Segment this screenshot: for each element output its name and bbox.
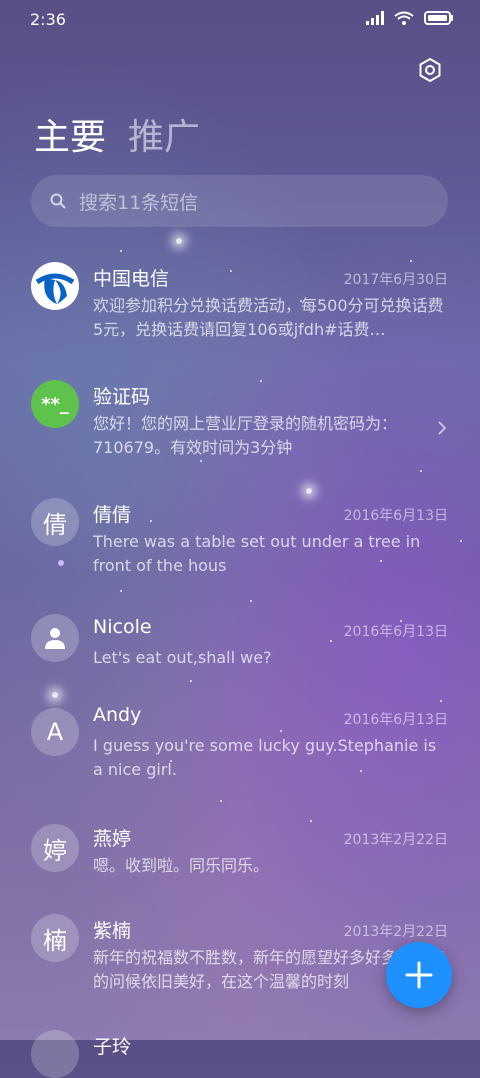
conversation-preview: There was a table set out under a tree i… bbox=[93, 532, 421, 575]
category-tabs: 主要 推广 bbox=[34, 108, 200, 160]
person-icon bbox=[31, 614, 79, 662]
wifi-icon bbox=[394, 11, 414, 25]
chevron-right-icon[interactable] bbox=[436, 420, 448, 436]
avatar-initial: 楠 bbox=[31, 914, 79, 962]
settings-icon[interactable] bbox=[416, 56, 444, 84]
avatar-initial: 婷 bbox=[31, 824, 79, 872]
conversation-name: 紫楠 bbox=[93, 920, 132, 942]
battery-icon bbox=[424, 11, 453, 25]
conversation-item-verification-code[interactable]: **_ 验证码 您好！您的网上营业厅登录的随机密码为：710679。有效时间为3… bbox=[0, 380, 480, 480]
verification-avatar: **_ bbox=[31, 380, 79, 428]
conversation-item-qianqian[interactable]: 倩 倩倩 2016年6月13日 There was a table set ou… bbox=[0, 498, 480, 598]
conversation-preview: I guess you're some lucky guy.Stephanie … bbox=[93, 736, 437, 779]
search-icon bbox=[50, 193, 66, 209]
signal-icon bbox=[366, 11, 384, 25]
plus-icon bbox=[405, 961, 433, 989]
status-time: 2:36 bbox=[30, 10, 66, 29]
conversation-name: Nicole bbox=[93, 616, 152, 638]
conversation-preview: 您好！您的网上营业厅登录的随机密码为：710679。有效时间为3分钟 bbox=[93, 414, 398, 457]
conversation-item-andy[interactable]: A Andy 2016年6月13日 I guess you're some lu… bbox=[0, 704, 480, 808]
conversation-date: 2017年6月30日 bbox=[343, 272, 448, 288]
conversation-item-ziling[interactable]: 子玲 bbox=[0, 1030, 480, 1078]
avatar-initial: A bbox=[31, 708, 79, 756]
conversation-name: 中国电信 bbox=[93, 268, 170, 290]
search-bar[interactable]: 搜索11条短信 bbox=[31, 175, 448, 227]
conversation-name: 倩倩 bbox=[93, 504, 132, 526]
avatar-initial: 倩 bbox=[31, 498, 79, 546]
conversation-item-nicole[interactable]: Nicole 2016年6月13日 Let's eat out,shall we… bbox=[0, 614, 480, 694]
search-input[interactable]: 搜索11条短信 bbox=[79, 188, 198, 215]
conversation-item-yanting[interactable]: 婷 燕婷 2013年2月22日 嗯。收到啦。同乐同乐。 bbox=[0, 824, 480, 904]
conversation-date: 2016年6月13日 bbox=[343, 712, 448, 728]
status-bar: 2:36 bbox=[0, 0, 480, 40]
conversation-name: Andy bbox=[93, 704, 142, 726]
conversation-preview: 嗯。收到啦。同乐同乐。 bbox=[93, 856, 270, 875]
tab-primary[interactable]: 主要 bbox=[34, 108, 106, 160]
conversation-date: 2016年6月13日 bbox=[343, 508, 448, 524]
conversation-preview: 欢迎参加积分兑换话费活动，每500分可兑换话费5元，兑换话费请回复106或jfd… bbox=[93, 296, 444, 339]
new-message-button[interactable] bbox=[386, 942, 452, 1008]
tab-promotions[interactable]: 推广 bbox=[128, 108, 200, 160]
conversation-date: 2016年6月13日 bbox=[343, 624, 448, 640]
conversation-name: 验证码 bbox=[93, 386, 151, 408]
conversation-date: 2013年2月22日 bbox=[343, 924, 448, 940]
conversation-item-china-telecom[interactable]: 中国电信 2017年6月30日 欢迎参加积分兑换话费活动，每500分可兑换话费5… bbox=[0, 262, 480, 366]
conversation-preview: Let's eat out,shall we? bbox=[93, 648, 272, 667]
avatar-initial bbox=[31, 1030, 79, 1078]
china-telecom-logo bbox=[31, 262, 79, 310]
conversation-date: 2013年2月22日 bbox=[343, 832, 448, 848]
conversation-name: 子玲 bbox=[93, 1036, 132, 1058]
conversation-name: 燕婷 bbox=[93, 828, 132, 850]
